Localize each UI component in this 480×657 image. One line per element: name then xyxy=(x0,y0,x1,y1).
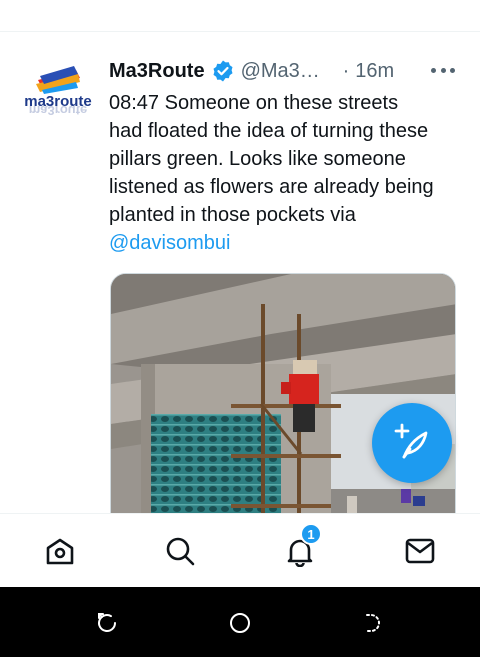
verified-badge-icon xyxy=(211,59,235,83)
compose-tweet-button[interactable] xyxy=(372,403,452,483)
svg-text:ma3route: ma3route xyxy=(29,103,88,118)
mention-link[interactable]: @davisombui xyxy=(109,229,459,257)
notification-badge: 1 xyxy=(300,523,322,545)
mail-icon[interactable] xyxy=(402,533,438,569)
home-circle-icon[interactable] xyxy=(228,611,252,635)
bottom-navigation: 1 xyxy=(0,513,480,587)
search-icon[interactable] xyxy=(162,533,198,569)
home-icon[interactable] xyxy=(42,533,78,569)
handle[interactable]: @Ma3Route xyxy=(241,60,333,83)
back-icon[interactable] xyxy=(361,611,385,635)
compose-feather-icon xyxy=(394,423,428,459)
system-navigation-bar xyxy=(0,587,480,657)
tweet-text-line: listened as flowers are already being xyxy=(109,176,434,198)
tweet-text-line: planted in those pockets via xyxy=(109,204,356,226)
tweet-text-line: had floated the idea of turning these xyxy=(109,120,429,142)
display-name[interactable]: Ma3Route xyxy=(109,60,205,83)
tweet-text-line: 08:47 Someone on these streets xyxy=(109,92,399,114)
timestamp[interactable]: 16m xyxy=(355,60,394,83)
tweet-text: 08:47 Someone on these streets had float… xyxy=(109,89,459,257)
recent-apps-icon[interactable] xyxy=(95,611,119,635)
avatar[interactable]: ma3route ma3route xyxy=(22,58,94,120)
tweet-text-line: pillars green. Looks like someone xyxy=(109,148,406,170)
more-options-icon[interactable] xyxy=(431,60,455,80)
top-bar xyxy=(0,0,480,32)
separator-dot: · xyxy=(342,59,350,82)
tweet-header: Ma3Route @Ma3Route · 16m xyxy=(109,57,459,85)
